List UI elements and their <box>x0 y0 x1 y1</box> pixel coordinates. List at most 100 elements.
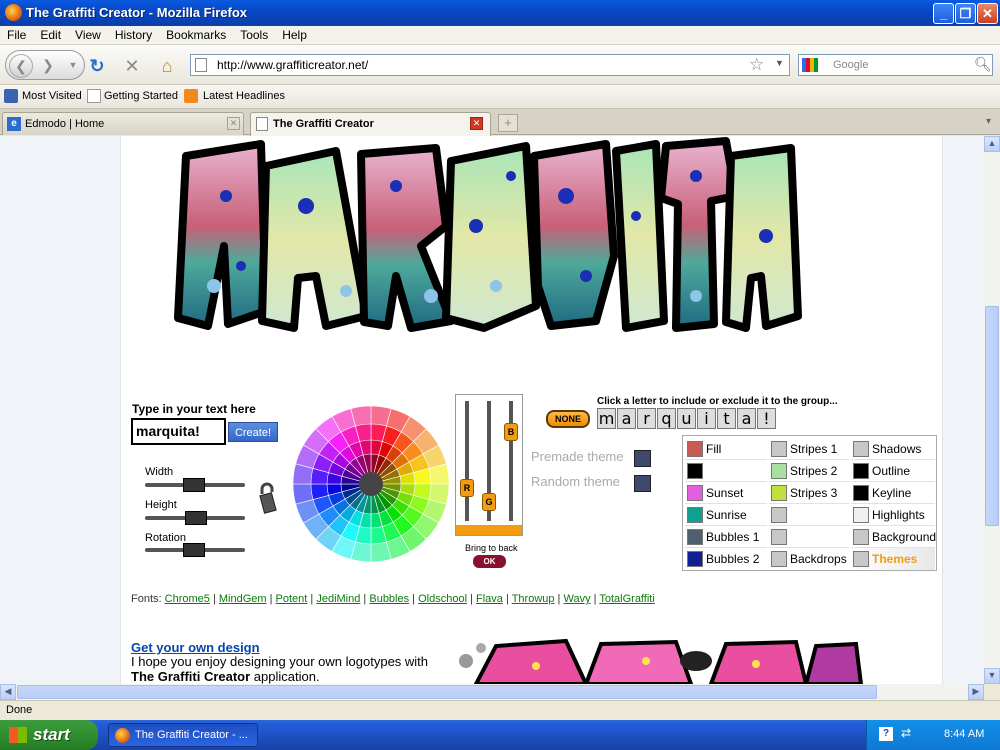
menu-help[interactable]: Help <box>275 26 314 44</box>
palette-cell[interactable]: Sunrise <box>685 504 767 526</box>
color-swatch[interactable] <box>687 441 703 457</box>
font-link[interactable]: Oldschool <box>418 593 467 605</box>
font-link[interactable]: TotalGraffiti <box>599 593 654 605</box>
menu-tools[interactable]: Tools <box>233 26 275 44</box>
scroll-up-button[interactable]: ▲ <box>984 136 1000 152</box>
graffiti-text-input[interactable]: marquita! <box>131 418 226 445</box>
vertical-scroll-thumb[interactable] <box>985 306 999 526</box>
menu-history[interactable]: History <box>108 26 159 44</box>
color-swatch[interactable] <box>853 551 869 567</box>
letter-button[interactable]: i <box>697 408 716 429</box>
get-own-design-link[interactable]: Get your own design <box>131 640 260 655</box>
font-link[interactable]: Potent <box>276 593 308 605</box>
color-swatch[interactable] <box>853 507 869 523</box>
color-swatch[interactable] <box>853 463 869 479</box>
blue-track[interactable] <box>509 401 513 521</box>
lock-icon[interactable] <box>258 482 278 516</box>
horizontal-scrollbar[interactable]: ◀ ▶ <box>0 684 984 700</box>
search-icon[interactable]: 🔍︎ <box>974 56 992 73</box>
font-link[interactable]: Bubbles <box>369 593 409 605</box>
taskbar-item-firefox[interactable]: The Graffiti Creator - ... <box>108 723 258 747</box>
height-slider[interactable] <box>145 511 245 525</box>
menu-edit[interactable]: Edit <box>33 26 68 44</box>
blue-knob[interactable]: B <box>504 423 518 441</box>
scroll-left-button[interactable]: ◀ <box>0 684 16 700</box>
color-swatch[interactable] <box>687 551 703 567</box>
color-swatch[interactable] <box>771 551 787 567</box>
bookmark-getting-started[interactable]: Getting Started <box>104 90 178 102</box>
font-link[interactable]: JediMind <box>316 593 360 605</box>
random-theme[interactable]: Random theme <box>531 474 651 492</box>
url-text[interactable]: http://www.graffiticreator.net/ <box>217 58 368 72</box>
palette-cell[interactable]: Outline <box>851 460 935 482</box>
menu-file[interactable]: File <box>0 26 33 44</box>
vertical-scrollbar[interactable]: ▲ ▼ <box>984 136 1000 684</box>
color-swatch[interactable] <box>771 463 787 479</box>
palette-cell[interactable]: Themes <box>851 548 935 570</box>
palette-cell[interactable]: Highlights <box>851 504 935 526</box>
color-swatch[interactable] <box>853 529 869 545</box>
menu-bookmarks[interactable]: Bookmarks <box>159 26 233 44</box>
new-tab-button[interactable]: + <box>498 114 518 132</box>
url-dropdown-icon[interactable]: ▼ <box>775 58 784 68</box>
palette-cell[interactable]: Keyline <box>851 482 935 504</box>
premade-theme-button[interactable] <box>634 450 651 467</box>
color-swatch[interactable] <box>687 507 703 523</box>
height-slider-handle[interactable] <box>185 511 207 525</box>
address-bar[interactable]: http://www.graffiticreator.net/ ☆ ▼ <box>190 54 790 76</box>
palette-cell[interactable] <box>769 504 849 526</box>
horizontal-scroll-thumb[interactable] <box>17 685 877 699</box>
bookmark-latest-headlines[interactable]: Latest Headlines <box>203 90 285 102</box>
letter-button[interactable]: m <box>597 408 616 429</box>
forward-button[interactable]: ❯ <box>36 54 60 78</box>
reload-icon[interactable]: ↻ <box>86 55 108 77</box>
rotation-slider[interactable] <box>145 543 245 557</box>
palette-cell[interactable]: Fill <box>685 438 767 460</box>
palette-cell[interactable]: Backdrops <box>769 548 849 570</box>
palette-cell[interactable]: Background <box>851 526 936 548</box>
palette-cell[interactable] <box>685 460 767 482</box>
bookmark-star-icon[interactable]: ☆ <box>749 55 764 75</box>
palette-cell[interactable]: Bubbles 2 <box>685 548 767 570</box>
tab-edmodo[interactable]: e Edmodo | Home ✕ <box>2 112 244 135</box>
google-icon[interactable] <box>802 58 818 72</box>
maximize-button[interactable]: ❐ <box>955 3 976 24</box>
stop-icon[interactable]: ✕ <box>121 55 143 77</box>
search-box[interactable]: Google 🔍︎ <box>798 54 993 76</box>
color-swatch[interactable] <box>853 485 869 501</box>
color-swatch[interactable] <box>771 485 787 501</box>
scroll-down-button[interactable]: ▼ <box>984 668 1000 684</box>
width-slider[interactable] <box>145 478 245 492</box>
font-link[interactable]: Flava <box>476 593 503 605</box>
home-icon[interactable]: ⌂ <box>156 55 178 77</box>
none-button[interactable]: NONE <box>546 410 590 428</box>
close-tab-icon[interactable]: ✕ <box>470 117 483 130</box>
back-button[interactable]: ❮ <box>9 54 33 78</box>
rotation-slider-handle[interactable] <box>183 543 205 557</box>
palette-cell[interactable] <box>769 526 849 548</box>
letter-button[interactable]: q <box>657 408 676 429</box>
color-wheel[interactable] <box>291 404 451 564</box>
letter-button[interactable]: a <box>737 408 756 429</box>
color-swatch[interactable] <box>687 463 703 479</box>
green-knob[interactable]: G <box>482 493 496 511</box>
letter-button[interactable]: a <box>617 408 636 429</box>
palette-cell[interactable]: Stripes 3 <box>769 482 849 504</box>
menu-view[interactable]: View <box>68 26 108 44</box>
font-link[interactable]: MindGem <box>219 593 267 605</box>
color-swatch[interactable] <box>771 441 787 457</box>
letter-button[interactable]: u <box>677 408 696 429</box>
color-swatch[interactable] <box>771 529 787 545</box>
network-icon[interactable]: ⇄ <box>901 726 911 740</box>
color-swatch[interactable] <box>687 529 703 545</box>
minimize-button[interactable]: _ <box>933 3 954 24</box>
random-theme-button[interactable] <box>634 475 651 492</box>
font-link[interactable]: Wavy <box>563 593 590 605</box>
bookmark-most-visited[interactable]: Most Visited <box>22 90 82 102</box>
palette-cell[interactable]: Bubbles 1 <box>685 526 767 548</box>
premade-theme[interactable]: Premade theme <box>531 449 651 467</box>
palette-cell[interactable]: Shadows <box>851 438 935 460</box>
tab-list-icon[interactable]: ▾ <box>986 116 991 127</box>
start-button[interactable]: start <box>0 720 98 750</box>
color-swatch[interactable] <box>687 485 703 501</box>
